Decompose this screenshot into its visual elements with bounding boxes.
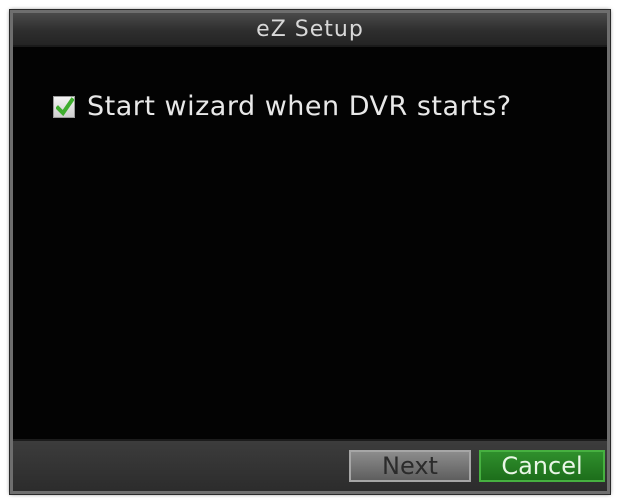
check-mark-icon [56, 96, 74, 116]
dialog-content: Start wizard when DVR starts? [13, 47, 607, 441]
next-button[interactable]: Next [349, 450, 471, 482]
ez-setup-dialog: eZ Setup Start wizard when DVR starts? N… [10, 10, 610, 494]
dialog-footer: Next Cancel [13, 439, 607, 491]
dialog-title-bar: eZ Setup [13, 13, 607, 47]
dialog-title: eZ Setup [256, 16, 364, 42]
start-wizard-checkbox[interactable] [53, 95, 75, 118]
start-wizard-label: Start wizard when DVR starts? [87, 91, 512, 122]
start-wizard-option[interactable]: Start wizard when DVR starts? [53, 91, 512, 122]
cancel-button[interactable]: Cancel [479, 450, 605, 482]
